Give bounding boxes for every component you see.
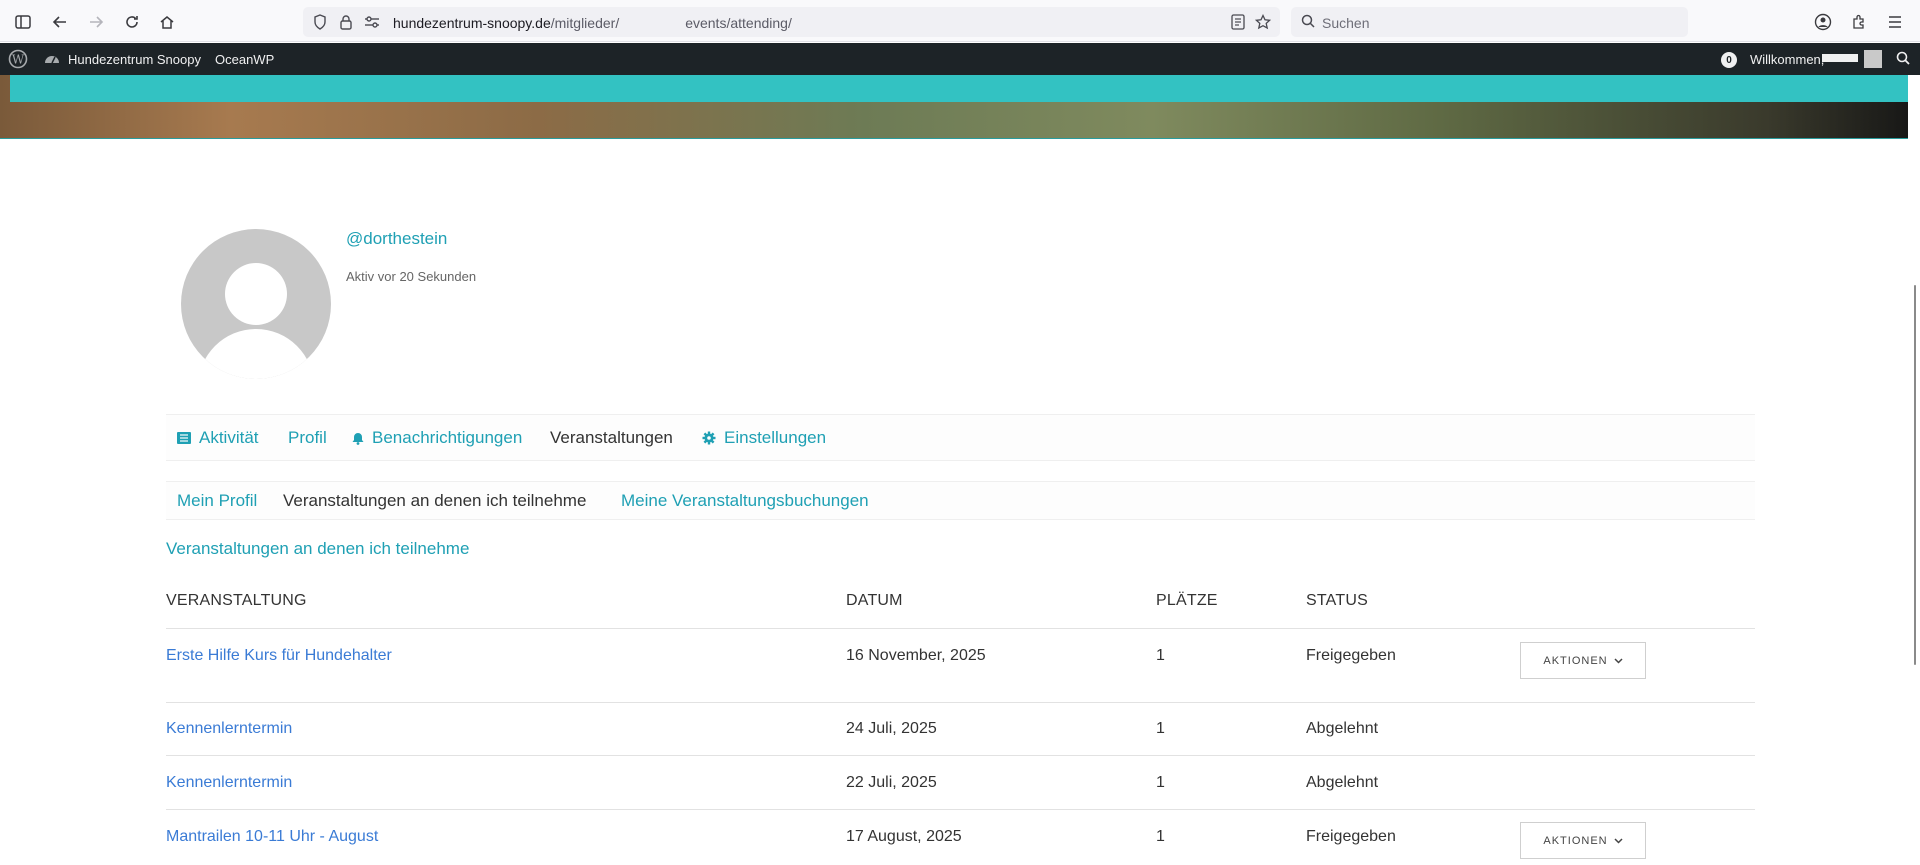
site-permissions-icon[interactable] <box>363 13 381 31</box>
tab-activity[interactable]: Aktivität <box>177 428 259 448</box>
event-link[interactable]: Mantrailen 10-11 Uhr - August <box>166 828 378 846</box>
column-header-event: Veranstaltung <box>166 592 307 609</box>
reload-icon[interactable] <box>119 9 145 35</box>
browser-toolbar: hundezentrum-snoopy.de/mitglieder/events… <box>0 0 1920 42</box>
avatar-body-shape <box>198 329 314 379</box>
sidebar-toggle-icon[interactable] <box>10 9 36 35</box>
forward-icon[interactable] <box>83 9 109 35</box>
username-redaction <box>1822 54 1858 62</box>
tab-settings[interactable]: Einstellungen <box>702 428 826 448</box>
menu-icon[interactable] <box>1882 9 1908 35</box>
event-date: 16 November, 2025 <box>846 647 986 664</box>
profile-main-nav: Aktivität Profil Benachrichtigungen Vera… <box>166 414 1755 461</box>
url-text[interactable]: hundezentrum-snoopy.de/mitglieder/events… <box>393 15 792 31</box>
event-date: 22 Juli, 2025 <box>846 774 937 791</box>
event-link[interactable]: Kennenlerntermin <box>166 774 292 792</box>
search-placeholder: Suchen <box>1322 15 1370 31</box>
tab-notifications-label: Benachrichtigungen <box>372 428 523 447</box>
wp-admin-bar: W Hundezentrum Snoopy OceanWP 0 Willkomm… <box>0 43 1920 75</box>
profile-handle: @dorthestein <box>346 229 448 248</box>
event-status: Freigegeben <box>1306 828 1396 845</box>
event-seats: 1 <box>1156 720 1165 737</box>
admin-avatar[interactable] <box>1864 50 1882 68</box>
column-header-status: Status <box>1306 592 1368 609</box>
chevron-down-icon <box>1614 837 1623 844</box>
event-seats: 1 <box>1156 774 1165 791</box>
search-icon <box>1301 14 1317 30</box>
event-status: Abgelehnt <box>1306 774 1379 791</box>
event-date: 17 August, 2025 <box>846 828 962 845</box>
last-active-text: Aktiv vor 20 Sekunden <box>346 269 477 284</box>
site-name-link[interactable]: Hundezentrum Snoopy <box>68 52 201 67</box>
theme-link[interactable]: OceanWP <box>215 52 274 67</box>
actions-dropdown-button[interactable]: AKTIONEN <box>1520 642 1646 679</box>
actions-label: AKTIONEN <box>1543 654 1608 667</box>
wordpress-logo-icon[interactable]: W <box>8 49 28 72</box>
search-bar[interactable]: Suchen <box>1291 7 1688 37</box>
row-divider <box>166 755 1755 756</box>
subtab-bookings[interactable]: Meine Veranstaltungsbuchungen <box>621 491 869 511</box>
tab-activity-label: Aktivität <box>199 428 259 447</box>
tab-notifications[interactable]: Benachrichtigungen <box>352 428 522 448</box>
tracking-shield-icon[interactable] <box>311 13 329 31</box>
event-date: 24 Juli, 2025 <box>846 720 937 737</box>
event-status: Abgelehnt <box>1306 720 1379 737</box>
subtab-attending[interactable]: Veranstaltungen an denen ich teilnehme <box>283 491 586 511</box>
url-host: hundezentrum-snoopy.de <box>393 15 551 31</box>
tab-events-label: Veranstaltungen <box>550 428 673 447</box>
tab-profile-label: Profil <box>288 428 327 447</box>
notifications-count-badge[interactable]: 0 <box>1721 52 1737 68</box>
actions-label: AKTIONEN <box>1543 834 1608 847</box>
admin-search-icon[interactable] <box>1896 51 1910 68</box>
event-link[interactable]: Erste Hilfe Kurs für Hundehalter <box>166 647 392 665</box>
account-icon[interactable] <box>1810 9 1836 35</box>
tab-profile[interactable]: Profil <box>288 428 327 448</box>
bookmark-star-icon[interactable] <box>1254 13 1272 31</box>
event-seats: 1 <box>1156 647 1165 664</box>
url-path-start: /mitglieder/ <box>550 15 620 31</box>
bell-icon <box>352 432 364 445</box>
profile-avatar[interactable] <box>181 229 331 379</box>
tab-events[interactable]: Veranstaltungen <box>550 428 673 448</box>
extensions-icon[interactable] <box>1846 9 1872 35</box>
scrollbar-thumb[interactable] <box>1914 285 1916 665</box>
reader-view-icon[interactable] <box>1229 13 1247 31</box>
gear-icon <box>702 431 716 445</box>
url-redaction <box>619 19 686 30</box>
row-divider <box>166 809 1755 810</box>
chevron-down-icon <box>1614 657 1623 664</box>
column-header-seats: Plätze <box>1156 592 1218 609</box>
home-icon[interactable] <box>154 9 180 35</box>
event-status: Freigegeben <box>1306 647 1396 664</box>
svg-text:W: W <box>12 53 25 67</box>
dashboard-icon <box>44 51 60 68</box>
row-divider <box>166 702 1755 703</box>
avatar-head-shape <box>225 263 287 325</box>
cover-image <box>0 75 1920 139</box>
event-seats: 1 <box>1156 828 1165 845</box>
url-path-end: events/attending/ <box>685 15 792 31</box>
event-link[interactable]: Kennenlerntermin <box>166 720 292 738</box>
header-divider <box>166 628 1755 629</box>
tab-settings-label: Einstellungen <box>724 428 827 447</box>
events-sub-nav: Mein Profil Veranstaltungen an denen ich… <box>166 481 1755 520</box>
back-icon[interactable] <box>47 9 73 35</box>
activity-list-icon <box>177 432 191 444</box>
lock-icon[interactable] <box>337 13 355 31</box>
subtab-my-profile[interactable]: Mein Profil <box>177 491 257 511</box>
welcome-text[interactable]: Willkommen, <box>1750 52 1824 67</box>
column-header-date: Datum <box>846 592 903 609</box>
section-title: Veranstaltungen an denen ich teilnehme <box>166 539 470 558</box>
actions-dropdown-button[interactable]: AKTIONEN <box>1520 822 1646 859</box>
cover-accent-strip <box>10 75 1910 102</box>
address-bar[interactable]: hundezentrum-snoopy.de/mitglieder/events… <box>303 7 1280 37</box>
